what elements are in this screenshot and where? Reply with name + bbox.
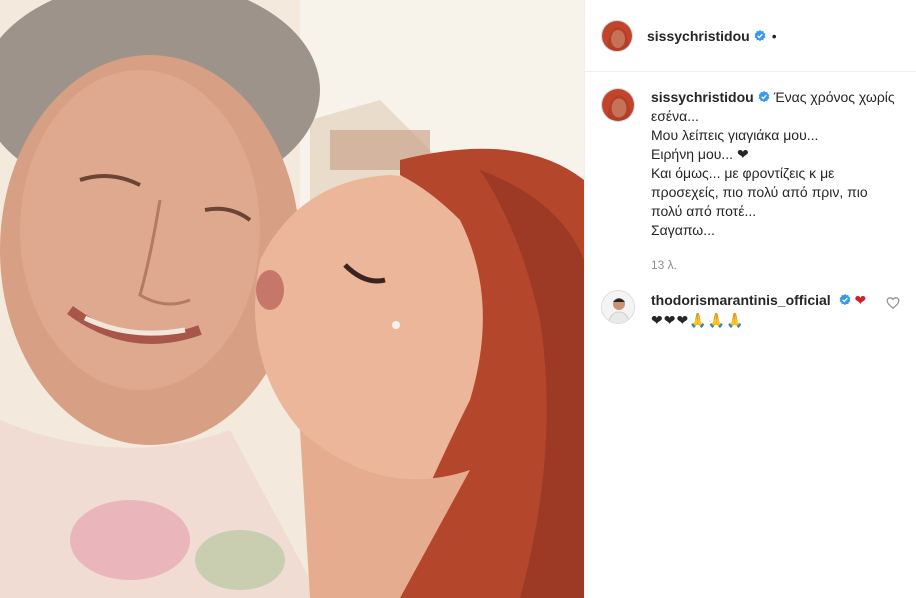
caption-author-avatar[interactable] (601, 88, 635, 122)
photo-illustration (0, 0, 584, 598)
verified-badge-icon (754, 29, 766, 41)
avatar-image (602, 291, 634, 323)
avatar-image (602, 20, 632, 51)
caption-line-5: Σαγαπω... (651, 222, 715, 238)
avatar-image (602, 89, 634, 121)
author-avatar[interactable] (601, 19, 633, 52)
instagram-post-view: sissychristidou • sissychristidou Ένας χ… (0, 0, 916, 598)
post-header: sissychristidou • (585, 0, 916, 72)
caption-line-3: Ειρήνη μου... ❤ (651, 146, 749, 162)
caption-line-2: Μου λείπεις γιαγιάκα μου... (651, 127, 819, 143)
comment-text-line-1: ❤ (854, 292, 868, 308)
commenter-username[interactable]: thodorismarantinis_official (651, 292, 831, 308)
verified-badge-icon (839, 294, 850, 306)
header-separator-dot: • (771, 27, 777, 44)
comment-item: thodorismarantinis_official ❤ ❤❤❤🙏🙏🙏 (601, 290, 900, 330)
caption-username[interactable]: sissychristidou (651, 89, 754, 105)
post-photo[interactable] (0, 0, 584, 598)
comments-section: sissychristidou Ένας χρόνος χωρίς εσένα.… (585, 72, 916, 330)
caption-body: sissychristidou Ένας χρόνος χωρίς εσένα.… (651, 88, 900, 240)
commenter-avatar[interactable] (601, 290, 635, 324)
verified-badge-icon (758, 91, 770, 103)
heart-outline-icon[interactable] (886, 296, 900, 310)
author-username[interactable]: sissychristidou (647, 28, 750, 44)
caption-comment: sissychristidou Ένας χρόνος χωρίς εσένα.… (601, 88, 900, 240)
caption-line-4: Και όμως... με φροντίζεις κ με προσεχείς… (651, 165, 868, 219)
caption-timestamp[interactable]: 13 λ. (651, 258, 900, 272)
comment-body: thodorismarantinis_official ❤ ❤❤❤🙏🙏🙏 (651, 290, 878, 330)
post-side-panel: sissychristidou • sissychristidou Ένας χ… (584, 0, 916, 598)
comment-text-line-2: ❤❤❤🙏🙏🙏 (651, 312, 745, 328)
